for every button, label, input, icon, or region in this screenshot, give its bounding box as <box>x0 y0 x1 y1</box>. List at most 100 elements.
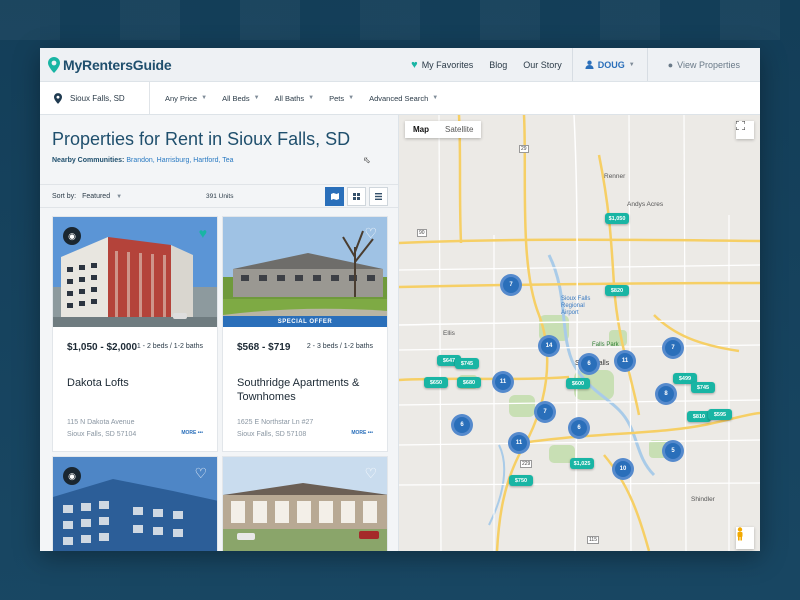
property-photo[interactable]: ◉ ♡ <box>53 457 217 551</box>
property-photo[interactable]: ◉ ♥ <box>53 217 217 327</box>
map-price-pin[interactable]: $650 <box>424 377 448 388</box>
place-label: Falls Park <box>592 342 619 348</box>
property-address: 115 N Dakota Avenue Sioux Falls, SD 5710… <box>67 417 136 441</box>
nav-favorites[interactable]: ♥ My Favorites <box>403 48 481 81</box>
special-offer-badge[interactable]: SPECIAL OFFER <box>223 316 387 327</box>
favorite-heart-icon[interactable]: ♡ <box>364 225 377 242</box>
map-cluster-marker[interactable]: 11 <box>614 350 636 372</box>
property-photo-image <box>223 457 387 551</box>
map-cluster-marker[interactable]: 6 <box>578 353 600 375</box>
filter-advanced[interactable]: Advanced Search ▼ <box>369 94 438 103</box>
property-map[interactable]: Renner Andys Acres Sioux Falls Regional … <box>399 115 760 551</box>
filter-pets[interactable]: Pets ▼ <box>329 94 354 103</box>
filter-baths[interactable]: All Baths ▼ <box>275 94 315 103</box>
road-shield: 115 <box>587 536 599 544</box>
nav-view-properties[interactable]: ● View Properties <box>646 48 760 81</box>
place-label: Andys Acres <box>627 201 664 208</box>
nearby-links[interactable]: Brandon, Harrisburg, Hartford, Tea <box>126 157 233 164</box>
map-cluster-marker[interactable]: 6 <box>568 417 590 439</box>
chevron-down-icon: ▼ <box>432 95 439 101</box>
sort-control[interactable]: Sort by: Featured ▼ <box>52 193 122 200</box>
address-line-1: 115 N Dakota Avenue <box>67 419 135 426</box>
nav-our-story[interactable]: Our Story <box>515 48 572 81</box>
site-header: MyRentersGuide ♥ My Favorites Blog Our S… <box>40 48 760 82</box>
map-price-pin[interactable]: $680 <box>457 377 481 388</box>
map-cluster-marker[interactable]: 14 <box>538 335 560 357</box>
place-label: Sioux Falls Regional Airport <box>561 296 591 316</box>
address-line-1: 1625 E Northstar Ln #27 <box>237 419 314 426</box>
property-photo[interactable]: ♡ SPECIAL OFFER <box>223 217 387 327</box>
map-price-pin[interactable]: $1,050 <box>605 213 629 224</box>
units-count: 391 Units <box>206 193 234 200</box>
property-card[interactable]: ◉ ♡ <box>52 456 218 551</box>
filter-price[interactable]: Any Price ▼ <box>165 94 207 103</box>
fullscreen-icon <box>736 121 745 130</box>
grid-icon <box>353 193 360 200</box>
satellite-tab[interactable]: Satellite <box>437 121 481 138</box>
beds-baths: 2 - 3 beds / 1-2 baths <box>306 343 373 350</box>
property-card[interactable]: ♡ SPECIAL OFFER $568 - $719 2 - 3 beds /… <box>222 216 388 452</box>
map-cluster-marker[interactable]: 7 <box>662 337 684 359</box>
property-name[interactable]: Southridge Apartments & Townhomes <box>237 376 377 404</box>
map-price-pin[interactable]: $595 <box>708 409 732 420</box>
favorite-heart-icon[interactable]: ♡ <box>194 465 207 482</box>
map-cluster-marker[interactable]: 7 <box>534 401 556 423</box>
map-price-pin[interactable]: $750 <box>509 475 533 486</box>
map-price-pin[interactable]: $1,025 <box>570 458 594 469</box>
property-address: 1625 E Northstar Ln #27 Sioux Falls, SD … <box>237 417 313 441</box>
filter-beds[interactable]: All Beds ▼ <box>222 94 259 103</box>
favorite-heart-icon[interactable]: ♥ <box>199 225 207 241</box>
road-shield: 29 <box>519 145 529 153</box>
sort-value: Featured <box>82 193 111 200</box>
map-price-pin[interactable]: $745 <box>455 358 479 369</box>
map-price-pin[interactable]: $820 <box>605 285 629 296</box>
price-range: $1,050 - $2,000 <box>67 342 138 353</box>
property-name[interactable]: Dakota Lofts <box>67 376 207 390</box>
user-icon <box>585 60 594 69</box>
property-card[interactable]: ♡ <box>222 456 388 551</box>
camera-icon[interactable]: ◉ <box>63 467 81 485</box>
nav-blog[interactable]: Blog <box>481 48 515 81</box>
nearby-label: Nearby Communities: <box>52 157 125 164</box>
more-link[interactable]: MORE ••• <box>351 430 373 436</box>
map-view-button[interactable] <box>325 187 344 206</box>
map-tab[interactable]: Map <box>405 121 437 138</box>
more-link[interactable]: MORE ••• <box>181 430 203 436</box>
fullscreen-button[interactable] <box>736 121 754 139</box>
map-cluster-marker[interactable]: 11 <box>508 432 530 454</box>
property-photo[interactable]: ♡ <box>223 457 387 551</box>
map-pin-icon <box>54 92 62 104</box>
location-search[interactable]: Sioux Falls, SD <box>40 82 150 114</box>
view-properties-label: View Properties <box>677 59 740 70</box>
southridge-photo <box>223 217 387 327</box>
map-cluster-marker[interactable]: 8 <box>655 383 677 405</box>
filter-advanced-label: Advanced Search <box>369 93 429 103</box>
sort-bar: Sort by: Featured ▼ 391 Units <box>40 184 398 208</box>
grid-view-button[interactable] <box>347 187 366 206</box>
property-card[interactable]: ◉ ♥ $1,050 - $2,000 1 - 2 beds / 1-2 bat… <box>52 216 218 452</box>
map-cluster-marker[interactable]: 11 <box>492 371 514 393</box>
list-view-button[interactable] <box>369 187 388 206</box>
road-shield: 229 <box>520 460 533 468</box>
camera-icon[interactable]: ◉ <box>63 227 81 245</box>
pegman-icon <box>737 527 743 541</box>
map-cluster-marker[interactable]: 10 <box>612 458 634 480</box>
filter-beds-label: All Beds <box>222 93 250 103</box>
map-cluster-marker[interactable]: 7 <box>500 274 522 296</box>
map-cluster-marker[interactable]: 5 <box>662 440 684 462</box>
favorite-heart-icon[interactable]: ♡ <box>364 465 377 482</box>
map-cluster-marker[interactable]: 6 <box>451 414 473 436</box>
map-price-pin[interactable]: $745 <box>691 382 715 393</box>
beds-baths: 1 - 2 beds / 1-2 baths <box>136 343 203 350</box>
chevron-down-icon: ▼ <box>308 95 315 101</box>
address-line-2: Sioux Falls, SD 57108 <box>237 431 307 438</box>
street-view-pegman[interactable] <box>736 527 754 549</box>
listing-panel: Properties for Rent in Sioux Falls, SD N… <box>40 115 399 551</box>
filter-pets-label: Pets <box>329 93 345 103</box>
chevron-down-icon: ▼ <box>628 61 635 68</box>
sort-label: Sort by: <box>52 193 77 200</box>
logo[interactable]: MyRentersGuide <box>48 56 172 73</box>
page-title: Properties for Rent in Sioux Falls, SD <box>52 129 351 149</box>
map-price-pin[interactable]: $600 <box>566 378 590 389</box>
user-menu[interactable]: DOUG ▼ <box>571 48 647 81</box>
